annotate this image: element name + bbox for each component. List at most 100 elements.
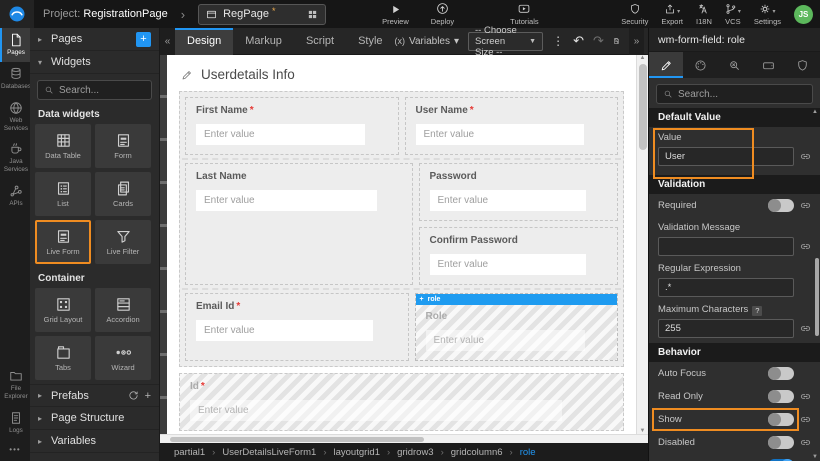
behavior-toggle[interactable] [768,436,794,449]
dashboard-grid-icon[interactable] [307,9,318,20]
bind-icon[interactable] [800,414,811,425]
rail-item[interactable]: Logs [0,406,30,440]
canvas-mode-tab[interactable]: Markup [233,28,294,55]
prefabs-section-header[interactable]: ▸ Prefabs + [30,384,159,407]
variables-section-header[interactable]: ▸ Variables [30,430,159,453]
inspector-scrollbar-thumb[interactable] [815,258,819,336]
field-confirm-password[interactable]: Confirm Password [419,227,619,285]
user-avatar[interactable]: JS [794,5,813,24]
widget-tile[interactable]: Grid Layout [35,288,91,332]
widget-search-input[interactable] [59,85,145,96]
bind-icon[interactable] [800,241,811,252]
collapse-widget-panel-icon[interactable]: « [160,28,175,55]
field-role-selected[interactable]: + role Role Enter value [415,293,619,361]
field-last-name[interactable]: Last Name [185,163,413,285]
widget-tile[interactable]: Form [95,124,151,168]
add-page-button[interactable]: + [136,32,151,47]
bind-icon[interactable] [800,437,811,448]
rail-item[interactable]: File Explorer [0,364,30,406]
pages-section-header[interactable]: ▸ Pages + [30,28,159,51]
security-button[interactable]: Security [621,2,648,26]
scroll-up-icon[interactable]: ▲ [640,55,646,61]
required-toggle[interactable] [768,199,794,212]
rail-item[interactable]: Databases [0,62,30,96]
last-name-input[interactable] [196,190,377,211]
validation-message-input[interactable] [658,237,794,256]
field-password[interactable]: Password [419,163,619,221]
inspector-tab[interactable] [786,52,820,78]
more-icon[interactable]: ••• [0,440,30,461]
field-first-name[interactable]: First Name* [185,97,399,155]
breadcrumb-item[interactable]: UserDetailsLiveForm1 › [222,447,326,458]
collapse-inspector-icon[interactable]: » [629,28,644,55]
behavior-toggle[interactable] [768,413,794,426]
canvas-vertical-scrollbar[interactable]: ▲ ▼ [636,55,648,434]
refresh-prefabs-icon[interactable] [128,390,139,401]
behavior-toggle[interactable] [768,367,794,380]
rail-item[interactable]: APIs [0,179,30,213]
widget-tile[interactable]: Live Form [35,220,91,264]
inspector-tab[interactable] [717,52,751,78]
breadcrumb-item[interactable]: role › [520,447,536,458]
tutorials-button[interactable]: Tutorials [510,2,538,26]
scrollbar-thumb[interactable] [170,437,424,442]
canvas-horizontal-scrollbar[interactable] [160,434,648,443]
widgets-section-header[interactable]: ▾ Widgets [30,51,159,74]
behavior-toggle[interactable] [768,390,794,403]
field-email-id[interactable]: Email Id* [185,293,409,361]
rail-item[interactable]: Web Services [0,96,30,138]
regex-input[interactable] [658,278,794,297]
widget-tile[interactable]: Cards [95,172,151,216]
vcs-button[interactable]: ▾VCS [725,2,741,26]
deploy-button[interactable]: Deploy [431,2,454,26]
max-chars-input[interactable] [658,319,794,338]
export-button[interactable]: ▾Export [661,2,683,26]
scrollbar-thumb[interactable] [639,64,647,150]
page-structure-section-header[interactable]: ▸ Page Structure [30,407,159,430]
inspector-tab[interactable] [683,52,717,78]
email-id-input[interactable] [196,320,373,341]
scroll-down-icon[interactable]: ▼ [812,454,818,460]
bind-icon[interactable] [800,200,811,211]
redo-icon[interactable]: ↷ [593,33,604,49]
password-input[interactable] [430,190,586,211]
inspector-tab[interactable] [752,52,786,78]
i18n-button[interactable]: I18N [696,2,712,26]
screen-size-select[interactable]: -- Choose Screen Size -- ▼ [468,32,543,51]
value-input[interactable] [658,147,794,166]
canvas-mode-tab[interactable]: Design [175,28,233,55]
widget-tile[interactable]: List [35,172,91,216]
scroll-up-icon[interactable]: ▲ [812,109,818,115]
user-name-input[interactable] [416,124,585,145]
bind-icon[interactable] [800,323,811,334]
property-search-input[interactable] [678,89,806,100]
rail-item[interactable]: Java Services [0,137,30,179]
help-icon[interactable]: ? [752,306,762,316]
variables-dropdown[interactable]: (x) Variables ▾ [395,36,459,47]
breadcrumb-item[interactable]: layoutgrid1 › [334,447,391,458]
bind-icon[interactable] [800,151,811,162]
role-selection-bar[interactable]: + role [416,294,618,305]
inspector-tab[interactable] [649,52,683,78]
preview-button[interactable]: Preview [382,2,409,26]
role-input[interactable]: Enter value [426,330,586,351]
page-tab-regpage[interactable]: RegPage* [198,4,326,25]
first-name-input[interactable] [196,124,365,145]
widget-tile[interactable]: Data Table [35,124,91,168]
canvas-mode-tab[interactable]: Style [346,28,394,55]
save-page-icon[interactable] [613,34,620,48]
widget-tile[interactable]: Wizard [95,336,151,380]
widget-tile[interactable]: Live Filter [95,220,151,264]
id-input[interactable]: Enter value [190,400,562,421]
settings-button[interactable]: ▾Settings [754,2,781,26]
confirm-password-input[interactable] [430,254,586,275]
add-prefab-icon[interactable]: + [145,390,151,402]
breadcrumb-item[interactable]: gridrow3 › [397,447,444,458]
field-user-name[interactable]: User Name* [405,97,619,155]
bind-icon[interactable] [800,391,811,402]
more-options-icon[interactable]: ⋮ [552,34,564,48]
undo-icon[interactable]: ↶ [573,33,584,49]
widget-tile[interactable]: Tabs [35,336,91,380]
field-id-hidden[interactable]: Id* Enter value [179,373,624,431]
breadcrumb-item[interactable]: gridcolumn6 › [451,447,513,458]
